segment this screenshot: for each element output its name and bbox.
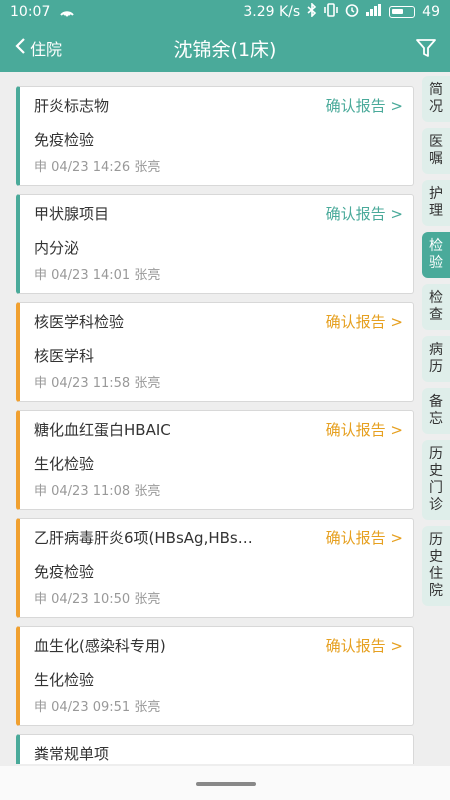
report-list: 肝炎标志物 确认报告 > 免疫检验 申 04/23 14:26 张亮 甲状腺项目… [16,86,414,772]
report-card[interactable]: 糖化血红蛋白HBAIC 确认报告 > 生化检验 申 04/23 11:08 张亮 [16,410,414,510]
report-name: 甲状腺项目 [34,205,110,223]
status-bar: 10:07 3.29 K/s 49 [0,0,450,24]
tab-medical-records[interactable]: 病历 [422,336,450,382]
tab-nursing[interactable]: 护理 [422,180,450,226]
report-meta: 申 04/23 09:51 张亮 [34,700,161,715]
signal-icon [366,4,382,20]
battery-level: 49 [422,4,440,20]
report-card[interactable]: 粪常规单项 [16,734,414,764]
back-button[interactable]: 住院 [0,36,62,60]
report-department: 免疫检验 [34,563,95,581]
report-department: 核医学科 [34,347,95,365]
tab-label: 病历 [429,342,443,375]
filter-icon [414,39,438,64]
confirm-report-link[interactable]: 确认报告 > [326,419,403,440]
tab-examinations[interactable]: 检查 [422,284,450,330]
report-name: 糖化血红蛋白HBAIC [34,421,171,439]
tab-lab-tests[interactable]: 检验 [422,232,450,278]
report-name: 乙肝病毒肝炎6项(HBsAg,HBs… [34,529,253,547]
title-bar: 住院 沈锦余(1床) [0,24,450,72]
tab-inpatient-history[interactable]: 历史住院 [422,526,450,606]
chevron-left-icon [14,37,26,59]
battery-icon [389,6,416,18]
report-card[interactable]: 血生化(感染科专用) 确认报告 > 生化检验 申 04/23 09:51 张亮 [16,626,414,726]
vibrate-icon [324,3,338,21]
alarm-icon [345,3,359,21]
report-department: 内分泌 [34,239,80,257]
report-meta: 申 04/23 10:50 张亮 [34,592,161,607]
report-card[interactable]: 乙肝病毒肝炎6项(HBsAg,HBs… 确认报告 > 免疫检验 申 04/23 … [16,518,414,618]
back-label: 住院 [30,40,63,59]
tab-label: 护理 [429,186,443,219]
report-name: 血生化(感染科专用) [34,637,166,655]
report-department: 生化检验 [34,455,95,473]
tab-label: 历史住院 [429,532,443,599]
network-speed: 3.29 K/s [243,4,301,20]
report-meta: 申 04/23 14:26 张亮 [34,160,161,175]
tab-orders[interactable]: 医嘱 [422,128,450,174]
report-card[interactable]: 甲状腺项目 确认报告 > 内分泌 申 04/23 14:01 张亮 [16,194,414,294]
report-meta: 申 04/23 11:58 张亮 [34,376,161,391]
hotspot-icon [58,3,76,21]
confirm-report-link[interactable]: 确认报告 > [326,203,403,224]
tab-memo[interactable]: 备忘 [422,388,450,434]
report-name: 肝炎标志物 [34,97,110,115]
confirm-report-link[interactable]: 确认报告 > [326,527,403,548]
report-card[interactable]: 肝炎标志物 确认报告 > 免疫检验 申 04/23 14:26 张亮 [16,86,414,186]
tab-label: 检验 [429,238,443,271]
report-name: 粪常规单项 [34,745,110,763]
report-meta: 申 04/23 14:01 张亮 [34,268,161,283]
confirm-report-link[interactable]: 确认报告 > [326,95,403,116]
tab-label: 备忘 [429,394,443,427]
tab-label: 简况 [429,82,443,115]
report-card[interactable]: 核医学科检验 确认报告 > 核医学科 申 04/23 11:58 张亮 [16,302,414,402]
tab-outpatient-history[interactable]: 历史门诊 [422,440,450,520]
home-indicator[interactable] [196,782,256,786]
tab-label: 医嘱 [429,134,443,167]
confirm-report-link[interactable]: 确认报告 > [326,311,403,332]
tab-label: 历史门诊 [429,446,443,513]
report-department: 生化检验 [34,671,95,689]
status-time: 10:07 [10,4,51,20]
page-title: 沈锦余(1床) [173,38,277,61]
bluetooth-icon [307,2,317,21]
report-department: 免疫检验 [34,131,95,149]
report-name: 核医学科检验 [34,313,125,331]
filter-button[interactable] [414,36,438,60]
tab-label: 检查 [429,290,443,323]
confirm-report-link[interactable]: 确认报告 > [326,635,403,656]
side-tab-bar: 简况 医嘱 护理 检验 检查 病历 备忘 历史门诊 历史住院 [422,76,450,612]
tab-overview[interactable]: 简况 [422,76,450,122]
report-meta: 申 04/23 11:08 张亮 [34,484,161,499]
